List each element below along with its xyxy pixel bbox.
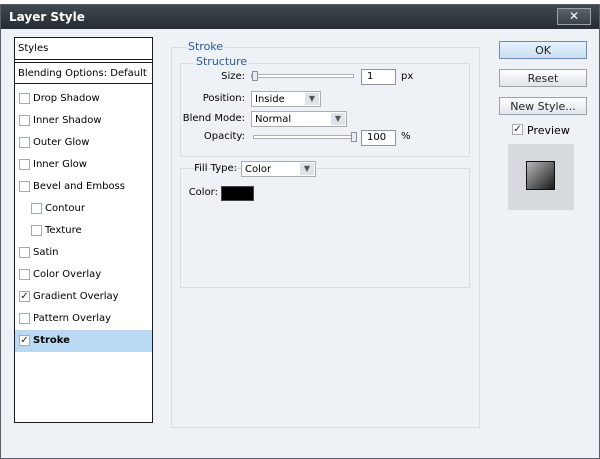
chevron-down-icon: ▼ — [300, 163, 314, 175]
style-item-gradient-overlay[interactable]: ✓ Gradient Overlay — [15, 286, 152, 308]
new-style-button[interactable]: New Style... — [499, 97, 587, 115]
stroke-legend: Stroke — [186, 40, 226, 53]
stroke-checkbox[interactable]: ✓ — [19, 335, 30, 346]
chevron-down-icon: ▼ — [305, 93, 319, 105]
opacity-slider-track[interactable] — [253, 135, 356, 139]
opacity-slider-thumb[interactable] — [351, 132, 357, 142]
style-item-label: Drop Shadow — [33, 93, 100, 104]
close-icon: ✕ — [568, 9, 580, 23]
preview-checkbox[interactable]: ✓ — [512, 124, 523, 135]
structure-legend: Structure — [194, 55, 250, 68]
stroke-color-swatch[interactable] — [221, 186, 254, 201]
style-item-label: Inner Glow — [33, 159, 87, 170]
blending-options-item[interactable]: Blending Options: Default — [15, 62, 152, 84]
blend-mode-select[interactable]: Normal ▼ — [251, 111, 347, 127]
style-item-label: Bevel and Emboss — [33, 181, 125, 192]
window-title: Layer Style — [9, 10, 85, 24]
outer-glow-checkbox[interactable] — [19, 137, 30, 148]
fill-type-select[interactable]: Color ▼ — [241, 161, 316, 177]
fill-type-value: Color — [245, 164, 272, 175]
opacity-input[interactable]: 100 — [361, 130, 396, 146]
color-label: Color: — [188, 187, 218, 198]
blend-mode-label: Blend Mode: — [182, 113, 245, 124]
size-slider-thumb[interactable] — [252, 71, 258, 81]
style-item-inner-shadow[interactable]: Inner Shadow — [15, 110, 152, 132]
reset-button[interactable]: Reset — [499, 69, 587, 87]
position-select[interactable]: Inside ▼ — [251, 91, 321, 107]
inner-shadow-checkbox[interactable] — [19, 115, 30, 126]
style-item-inner-glow[interactable]: Inner Glow — [15, 154, 152, 176]
preview-label[interactable]: Preview — [527, 124, 570, 137]
style-item-label: Inner Shadow — [33, 115, 102, 126]
position-value: Inside — [255, 94, 285, 105]
style-item-label: Contour — [45, 203, 85, 214]
style-item-label: Outer Glow — [33, 137, 90, 148]
chevron-down-icon: ▼ — [331, 113, 345, 125]
style-item-drop-shadow[interactable]: Drop Shadow — [15, 88, 152, 110]
title-bar: Layer Style — [1, 5, 599, 29]
style-item-satin[interactable]: Satin — [15, 242, 152, 264]
close-button[interactable]: ✕ — [557, 8, 591, 25]
style-item-contour[interactable]: Contour — [15, 198, 152, 220]
preview-thumbnail — [526, 161, 555, 190]
satin-checkbox[interactable] — [19, 247, 30, 258]
style-preview — [508, 144, 574, 210]
style-item-outer-glow[interactable]: Outer Glow — [15, 132, 152, 154]
inner-glow-checkbox[interactable] — [19, 159, 30, 170]
size-slider-track[interactable] — [251, 74, 354, 78]
pattern-overlay-checkbox[interactable] — [19, 313, 30, 324]
texture-checkbox[interactable] — [31, 225, 42, 236]
style-item-color-overlay[interactable]: Color Overlay — [15, 264, 152, 286]
ok-button[interactable]: OK — [499, 41, 587, 59]
color-overlay-checkbox[interactable] — [19, 269, 30, 280]
blend-mode-value: Normal — [255, 114, 292, 125]
fill-type-label: Fill Type: — [194, 163, 237, 174]
style-item-label: Texture — [45, 225, 82, 236]
style-item-stroke[interactable]: ✓ Stroke — [15, 330, 152, 352]
size-label: Size: — [221, 71, 245, 82]
size-unit: px — [401, 71, 414, 82]
style-item-bevel-and-emboss[interactable]: Bevel and Emboss — [15, 176, 152, 198]
style-item-label: Pattern Overlay — [33, 313, 112, 324]
style-item-label: Color Overlay — [33, 269, 102, 280]
gradient-overlay-checkbox[interactable]: ✓ — [19, 291, 30, 302]
style-item-pattern-overlay[interactable]: Pattern Overlay — [15, 308, 152, 330]
styles-header[interactable]: Styles — [15, 38, 152, 60]
style-item-texture[interactable]: Texture — [15, 220, 152, 242]
position-label: Position: — [202, 93, 245, 104]
drop-shadow-checkbox[interactable] — [19, 93, 30, 104]
style-item-label: Gradient Overlay — [33, 291, 119, 302]
contour-checkbox[interactable] — [31, 203, 42, 214]
bevel-and-emboss-checkbox[interactable] — [19, 181, 30, 192]
style-item-label: Satin — [33, 247, 59, 258]
style-item-label: Stroke — [33, 335, 70, 346]
styles-list: Styles Blending Options: Default Drop Sh… — [14, 37, 153, 423]
opacity-label: Opacity: — [203, 131, 245, 142]
size-input[interactable]: 1 — [361, 69, 396, 85]
opacity-unit: % — [401, 131, 411, 142]
